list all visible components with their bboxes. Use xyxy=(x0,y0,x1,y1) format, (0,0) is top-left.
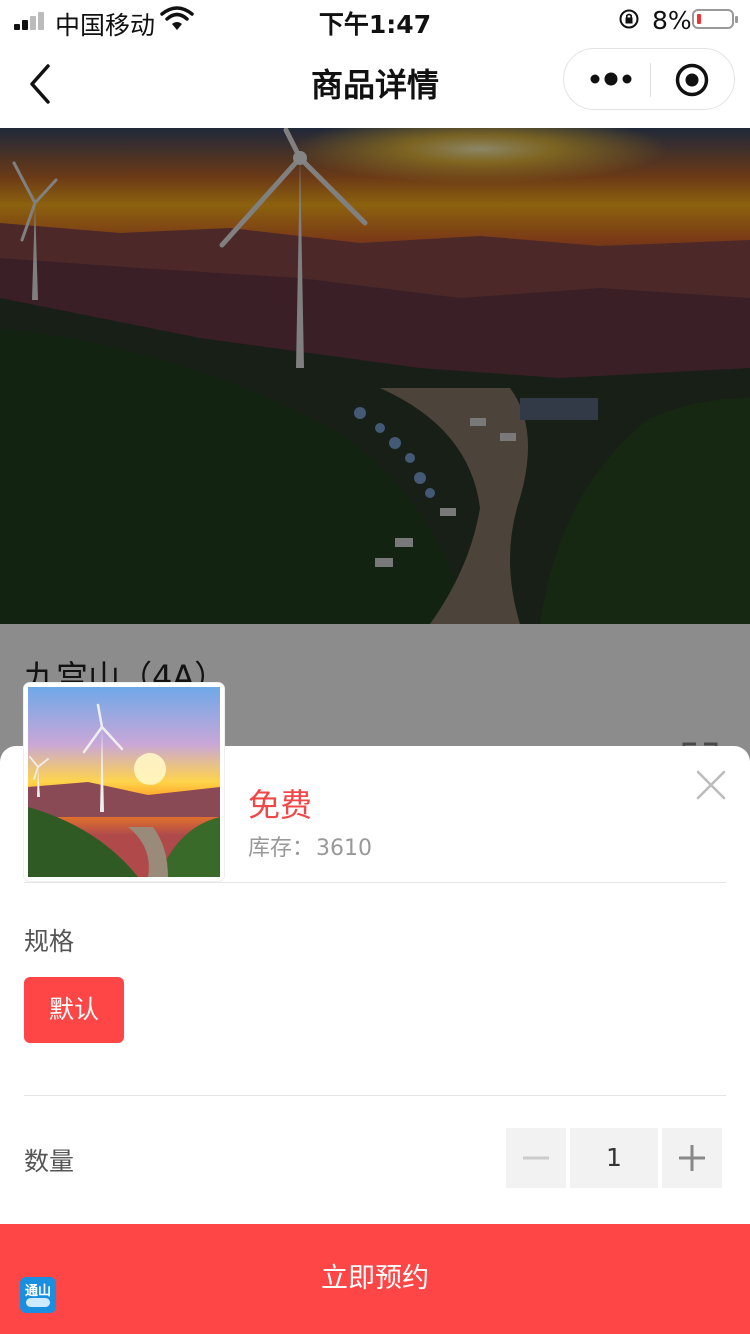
close-icon[interactable] xyxy=(694,768,728,802)
battery-icon xyxy=(692,9,738,29)
quantity-value[interactable]: 1 xyxy=(570,1128,658,1188)
spec-option-default[interactable]: 默认 xyxy=(24,977,124,1043)
sku-price: 免费 xyxy=(248,786,313,824)
miniprogram-capsule xyxy=(563,48,735,110)
close-miniprogram-icon[interactable] xyxy=(674,62,710,98)
stock-value: 3610 xyxy=(316,836,373,861)
nav-bar: 商品详情 xyxy=(0,40,750,128)
quantity-increase-button[interactable] xyxy=(662,1128,722,1188)
spec-label: 规格 xyxy=(24,927,75,956)
sku-stock: 库存：3610 xyxy=(248,830,372,862)
app-logo-text: 通山 xyxy=(24,1284,51,1299)
battery-percent: 8% xyxy=(652,6,692,35)
book-now-button[interactable]: 立即预约 xyxy=(0,1224,750,1334)
stock-label: 库存： xyxy=(248,836,315,861)
book-now-label: 立即预约 xyxy=(321,1263,429,1294)
divider xyxy=(24,1095,726,1096)
capsule-divider xyxy=(650,63,651,97)
more-icon[interactable] xyxy=(586,67,636,91)
divider xyxy=(24,882,726,883)
rotation-lock-icon xyxy=(619,9,639,29)
app-logo: 通山 xyxy=(20,1277,56,1313)
quantity-label: 数量 xyxy=(24,1147,75,1176)
status-bar: 中国移动 下午1:47 8% xyxy=(0,0,750,40)
quantity-decrease-button[interactable] xyxy=(506,1128,566,1188)
sku-thumbnail xyxy=(24,683,224,881)
